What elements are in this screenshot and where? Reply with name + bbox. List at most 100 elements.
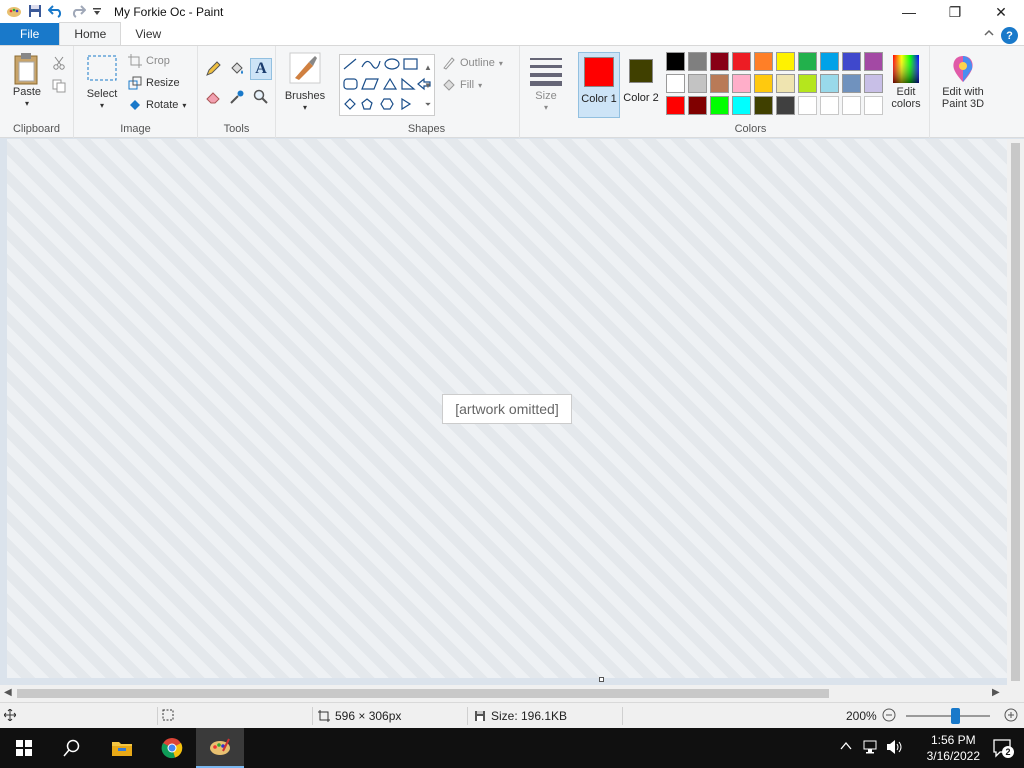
fill-bucket-icon[interactable] [226, 58, 248, 80]
customize-toolbar-icon[interactable] [92, 5, 102, 20]
help-icon[interactable]: ? [1001, 27, 1018, 44]
zoom-out-button[interactable] [882, 708, 896, 722]
palette-swatch[interactable] [776, 74, 795, 93]
palette-swatch[interactable] [820, 74, 839, 93]
horizontal-scroll-thumb[interactable] [17, 689, 829, 698]
horizontal-scrollbar[interactable]: ◀ ▶ [0, 685, 1007, 702]
color1-label: Color 1 [581, 93, 617, 105]
size-button[interactable]: Size ▾ [526, 56, 566, 114]
network-icon[interactable] [862, 740, 878, 757]
tab-file[interactable]: File [0, 23, 60, 45]
palette-swatch[interactable] [864, 96, 883, 115]
palette-swatch[interactable] [798, 74, 817, 93]
chrome-button[interactable] [148, 728, 196, 768]
palette-swatch[interactable] [666, 52, 685, 71]
palette-swatch[interactable] [798, 52, 817, 71]
scroll-right-icon[interactable]: ▶ [992, 687, 1000, 698]
cut-icon[interactable] [48, 52, 70, 74]
zoom-slider-track[interactable] [906, 715, 990, 717]
color-picker-icon[interactable] [226, 86, 248, 108]
resize-button[interactable]: Resize [128, 76, 180, 90]
paste-button[interactable]: Paste ▾ [8, 52, 46, 110]
palette-swatch[interactable] [754, 74, 773, 93]
tools-group: A Tools [198, 46, 276, 138]
undo-icon[interactable] [47, 4, 64, 21]
outline-button[interactable]: Outline ▾ [442, 56, 503, 70]
paint-app-icon[interactable] [6, 3, 22, 22]
palette-swatch[interactable] [776, 52, 795, 71]
zoom-in-button[interactable] [1004, 708, 1018, 722]
palette-swatch[interactable] [842, 52, 861, 71]
vertical-scroll-thumb[interactable] [1011, 143, 1020, 681]
title-bar: My Forkie Oc - Paint — ❐ ✕ [0, 0, 1024, 24]
palette-swatch[interactable] [688, 74, 707, 93]
file-explorer-button[interactable] [98, 728, 146, 768]
palette-swatch[interactable] [820, 52, 839, 71]
palette-swatch[interactable] [710, 96, 729, 115]
close-button[interactable]: ✕ [978, 0, 1024, 24]
brushes-button[interactable]: Brushes ▾ [282, 52, 328, 114]
paint-taskbar-button[interactable] [196, 728, 244, 768]
redo-icon[interactable] [70, 4, 87, 21]
maximize-button[interactable]: ❐ [932, 0, 978, 24]
zoom-slider-thumb[interactable] [951, 708, 960, 724]
scroll-left-icon[interactable]: ◀ [4, 687, 12, 698]
palette-swatch[interactable] [820, 96, 839, 115]
palette-swatch[interactable] [732, 96, 751, 115]
palette-swatch[interactable] [732, 74, 751, 93]
edit-with-paint3d-button[interactable]: Edit with Paint 3D [934, 54, 992, 110]
palette-swatch[interactable] [688, 96, 707, 115]
canvas-workspace[interactable]: [artwork omitted] [0, 139, 1007, 685]
text-tool-icon[interactable]: A [250, 58, 272, 80]
brush-icon [289, 52, 321, 84]
palette-swatch[interactable] [864, 74, 883, 93]
shapes-expand-icon[interactable]: ⏷ [422, 94, 434, 116]
save-icon[interactable] [28, 4, 42, 21]
palette-swatch[interactable] [666, 74, 685, 93]
shapes-gallery[interactable] [339, 54, 435, 116]
palette-swatch[interactable] [798, 96, 817, 115]
edit-colors-button[interactable]: Edit colors [884, 54, 928, 110]
selection-size [162, 709, 174, 721]
crop-button[interactable]: Crop [128, 54, 170, 68]
collapse-ribbon-icon[interactable] [984, 28, 994, 40]
eraser-icon[interactable] [202, 86, 224, 108]
palette-swatch[interactable] [864, 52, 883, 71]
brushes-label: Brushes [284, 90, 326, 102]
rotate-button[interactable]: Rotate ▾ [128, 98, 186, 112]
start-button[interactable] [0, 728, 48, 768]
palette-swatch[interactable] [842, 96, 861, 115]
canvas-placeholder: [artwork omitted] [7, 139, 1007, 678]
palette-swatch[interactable] [710, 52, 729, 71]
color2-selector[interactable]: Color 2 [620, 52, 662, 118]
palette-swatch[interactable] [710, 74, 729, 93]
palette-swatch[interactable] [688, 52, 707, 71]
select-button[interactable]: Select ▾ [82, 54, 122, 112]
clipboard-group-label: Clipboard [12, 123, 61, 135]
show-hidden-icons-icon[interactable] [840, 740, 852, 754]
color1-selector[interactable]: Color 1 [578, 52, 620, 118]
palette-swatch[interactable] [842, 74, 861, 93]
fill-button[interactable]: Fill ▾ [442, 78, 482, 92]
canvas-resize-handle[interactable] [599, 677, 604, 682]
drawing-canvas[interactable]: [artwork omitted] [7, 139, 1007, 678]
tab-view[interactable]: View [121, 23, 175, 45]
palette-swatch[interactable] [754, 52, 773, 71]
magnifier-icon[interactable] [250, 86, 272, 108]
search-button[interactable] [48, 728, 96, 768]
notification-center-button[interactable]: 2 [992, 738, 1014, 758]
shapes-scroll-down-icon[interactable]: ▼ [422, 74, 434, 96]
vertical-scrollbar[interactable] [1007, 139, 1024, 685]
palette-swatch[interactable] [754, 96, 773, 115]
minimize-button[interactable]: — [886, 0, 932, 24]
folder-icon [112, 742, 132, 756]
palette-swatch[interactable] [776, 96, 795, 115]
taskbar-clock[interactable]: 1:56 PM 3/16/2022 [927, 732, 980, 764]
palette-swatch[interactable] [732, 52, 751, 71]
copy-icon[interactable] [48, 75, 70, 97]
selection-icon [162, 709, 174, 721]
pencil-icon[interactable] [202, 58, 224, 80]
tab-home[interactable]: Home [59, 22, 122, 45]
volume-icon[interactable] [886, 739, 904, 758]
palette-swatch[interactable] [666, 96, 685, 115]
